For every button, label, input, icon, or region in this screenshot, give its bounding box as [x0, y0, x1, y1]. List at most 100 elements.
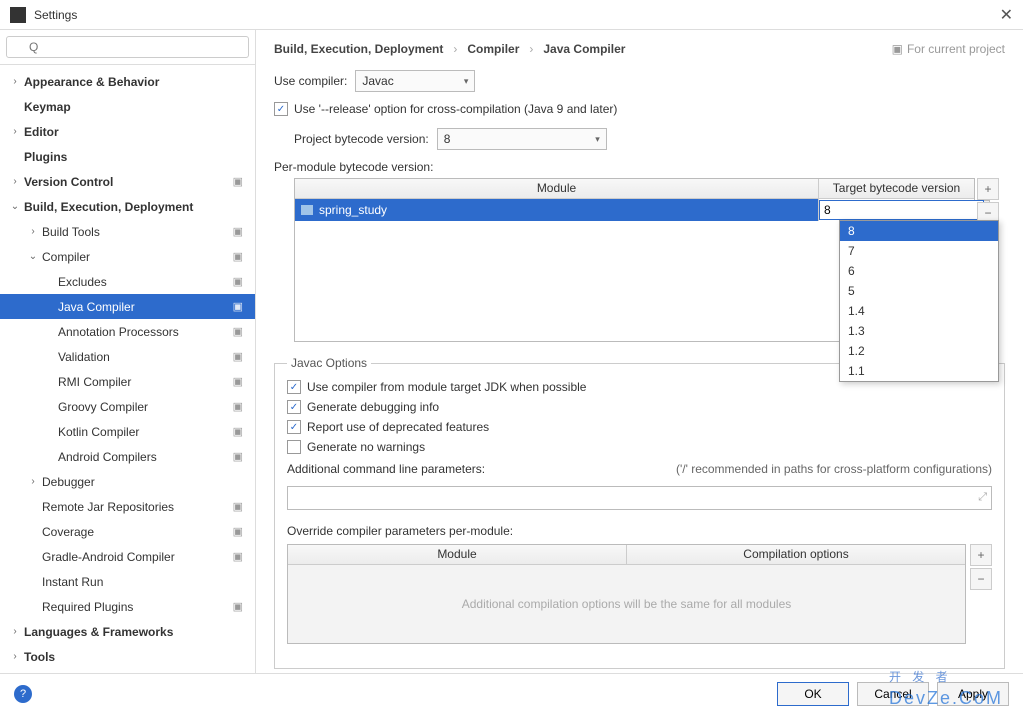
sidebar-item-editor[interactable]: ›Editor — [0, 119, 255, 144]
dropdown-option[interactable]: 7 — [840, 241, 998, 261]
opt1-checkbox[interactable]: ✓ — [287, 380, 301, 394]
sidebar-item-groovy-compiler[interactable]: Groovy Compiler▣ — [0, 394, 255, 419]
sidebar-item-label: Debugger — [40, 475, 249, 489]
sidebar-item-label: Tools — [22, 650, 249, 664]
sidebar-item-excludes[interactable]: Excludes▣ — [0, 269, 255, 294]
project-scope-icon: ▣ — [233, 350, 249, 363]
sidebar-item-android-compilers[interactable]: Android Compilers▣ — [0, 444, 255, 469]
project-scope-icon: ▣ — [233, 525, 249, 538]
module-name: spring_study — [319, 203, 387, 217]
javac-legend: Javac Options — [287, 356, 371, 370]
dropdown-option[interactable]: 1.1 — [840, 361, 998, 381]
button-bar: ? OK Cancel Apply — [0, 673, 1023, 713]
sidebar-item-label: Kotlin Compiler — [56, 425, 233, 439]
override-table: Module Compilation options Additional co… — [287, 544, 966, 644]
table-row[interactable]: spring_study ▾ — [295, 199, 974, 221]
help-button[interactable]: ? — [14, 685, 32, 703]
sidebar-item-languages-frameworks[interactable]: ›Languages & Frameworks — [0, 619, 255, 644]
dropdown-option[interactable]: 1.3 — [840, 321, 998, 341]
sidebar-item-label: Groovy Compiler — [56, 400, 233, 414]
search-wrap: 🔍 — [0, 30, 255, 65]
override-label: Override compiler parameters per-module: — [287, 524, 992, 538]
title-bar: Settings ✕ — [0, 0, 1023, 30]
sidebar-item-build-execution-deployment[interactable]: ⌄Build, Execution, Deployment — [0, 194, 255, 219]
javac-options: Javac Options ✓Use compiler from module … — [274, 356, 1005, 669]
expand-icon[interactable]: ⤢ — [978, 491, 987, 504]
target-version-input[interactable] — [819, 200, 984, 220]
search-input[interactable] — [6, 36, 249, 58]
chevron-icon: › — [8, 651, 22, 662]
dropdown-option[interactable]: 6 — [840, 261, 998, 281]
override-empty: Additional compilation options will be t… — [288, 565, 965, 643]
remove-button[interactable]: − — [970, 568, 992, 590]
sidebar-item-plugins[interactable]: Plugins — [0, 144, 255, 169]
dropdown-option[interactable]: 1.4 — [840, 301, 998, 321]
dropdown-option[interactable]: 8 — [840, 221, 998, 241]
release-checkbox[interactable]: ✓ — [274, 102, 288, 116]
dropdown-option[interactable]: 1.2 — [840, 341, 998, 361]
add-button[interactable]: + — [977, 178, 999, 200]
sidebar-item-label: Android Compilers — [56, 450, 233, 464]
sidebar-item-instant-run[interactable]: Instant Run — [0, 569, 255, 594]
project-scope-icon: ▣ — [233, 175, 249, 188]
chevron-icon: › — [26, 476, 40, 487]
sidebar-item-appearance-behavior[interactable]: ›Appearance & Behavior — [0, 69, 255, 94]
opt3-checkbox[interactable]: ✓ — [287, 420, 301, 434]
sidebar-item-required-plugins[interactable]: Required Plugins▣ — [0, 594, 255, 619]
settings-tree: ›Appearance & BehaviorKeymap›Editor Plugi… — [0, 65, 255, 690]
sidebar-item-remote-jar-repositories[interactable]: Remote Jar Repositories▣ — [0, 494, 255, 519]
addl-params-input[interactable]: ⤢ — [287, 486, 992, 510]
chevron-right-icon: › — [453, 42, 457, 56]
project-scope-icon: ▣ — [233, 550, 249, 563]
project-scope-icon: ▣ — [233, 600, 249, 613]
sidebar-item-label: Version Control — [22, 175, 233, 189]
use-compiler-select[interactable]: Javac ▾ — [355, 70, 475, 92]
sidebar-item-rmi-compiler[interactable]: RMI Compiler▣ — [0, 369, 255, 394]
chevron-icon: ⌄ — [26, 251, 40, 262]
opt2-checkbox[interactable]: ✓ — [287, 400, 301, 414]
crumb-1[interactable]: Build, Execution, Deployment — [274, 42, 443, 56]
sidebar-item-label: Plugins — [22, 150, 249, 164]
ok-button[interactable]: OK — [777, 682, 849, 706]
sidebar: 🔍 ›Appearance & BehaviorKeymap›Editor Plu… — [0, 30, 256, 690]
project-scope-icon: ▣ — [233, 400, 249, 413]
sidebar-item-keymap[interactable]: Keymap — [0, 94, 255, 119]
sidebar-item-label: Validation — [56, 350, 233, 364]
sidebar-item-label: Compiler — [40, 250, 233, 264]
crumb-3: Java Compiler — [543, 42, 625, 56]
sidebar-item-annotation-processors[interactable]: Annotation Processors▣ — [0, 319, 255, 344]
sidebar-item-label: Annotation Processors — [56, 325, 233, 339]
sidebar-item-validation[interactable]: Validation▣ — [0, 344, 255, 369]
apply-button[interactable]: Apply — [937, 682, 1009, 706]
chevron-down-icon: ▾ — [595, 134, 600, 145]
sidebar-item-compiler[interactable]: ⌄Compiler▣ — [0, 244, 255, 269]
project-scope-icon: ▣ — [233, 300, 249, 313]
dropdown-option[interactable]: 5 — [840, 281, 998, 301]
sidebar-item-label: Remote Jar Repositories — [40, 500, 233, 514]
sidebar-item-kotlin-compiler[interactable]: Kotlin Compiler▣ — [0, 419, 255, 444]
sidebar-item-label: Excludes — [56, 275, 233, 289]
chevron-icon: › — [8, 76, 22, 87]
sidebar-item-label: RMI Compiler — [56, 375, 233, 389]
addl-params-label: Additional command line parameters: — [287, 462, 485, 476]
sidebar-item-debugger[interactable]: ›Debugger — [0, 469, 255, 494]
addl-hint: ('/' recommended in paths for cross-plat… — [676, 462, 992, 476]
app-icon — [10, 7, 26, 23]
crumb-2[interactable]: Compiler — [467, 42, 519, 56]
scope-note: ▣ For current project — [892, 42, 1005, 56]
sidebar-item-tools[interactable]: ›Tools — [0, 644, 255, 669]
sidebar-item-version-control[interactable]: ›Version Control▣ — [0, 169, 255, 194]
use-compiler-label: Use compiler: — [274, 74, 347, 88]
close-icon[interactable]: ✕ — [1000, 5, 1013, 25]
add-button[interactable]: + — [970, 544, 992, 566]
cancel-button[interactable]: Cancel — [857, 682, 929, 706]
opt4-checkbox[interactable] — [287, 440, 301, 454]
version-dropdown[interactable]: 87651.41.31.21.1 — [839, 220, 999, 382]
sidebar-item-coverage[interactable]: Coverage▣ — [0, 519, 255, 544]
sidebar-item-gradle-android-compiler[interactable]: Gradle-Android Compiler▣ — [0, 544, 255, 569]
sidebar-item-java-compiler[interactable]: Java Compiler▣ — [0, 294, 255, 319]
sidebar-item-build-tools[interactable]: ›Build Tools▣ — [0, 219, 255, 244]
project-bytecode-select[interactable]: 8 ▾ — [437, 128, 607, 150]
folder-icon — [301, 205, 313, 215]
project-icon: ▣ — [892, 42, 903, 56]
